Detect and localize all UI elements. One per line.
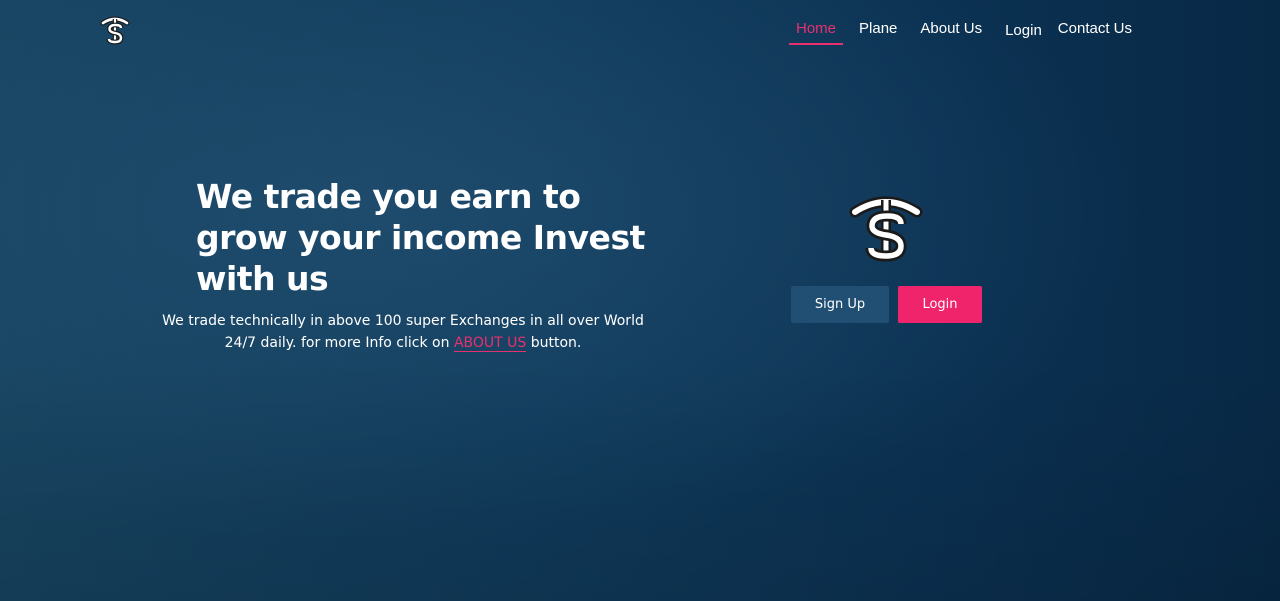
main-nav: Home Plane About Us Login Contact Us	[789, 18, 1148, 45]
sign-up-button[interactable]: Sign Up	[791, 286, 889, 323]
nav-item-home[interactable]: Home	[789, 18, 844, 45]
hero-title: We trade you earn to grow your income In…	[196, 177, 645, 298]
nav-item-contact-us[interactable]: Contact Us	[1051, 18, 1139, 43]
background-vignette	[0, 0, 1280, 601]
login-button[interactable]: Login	[898, 286, 982, 323]
about-us-link[interactable]: ABOUT US	[453, 335, 527, 352]
hero-description: We trade technically in above 100 super …	[160, 310, 646, 354]
ts-dollar-logo-large-icon	[849, 196, 923, 262]
nav-item-login[interactable]: Login	[998, 18, 1049, 45]
nav-item-about-us[interactable]: About Us	[913, 18, 989, 43]
nav-item-plane[interactable]: Plane	[852, 18, 904, 43]
ts-dollar-logo-icon[interactable]	[100, 14, 130, 46]
hero-desc-suffix: button.	[526, 335, 582, 351]
